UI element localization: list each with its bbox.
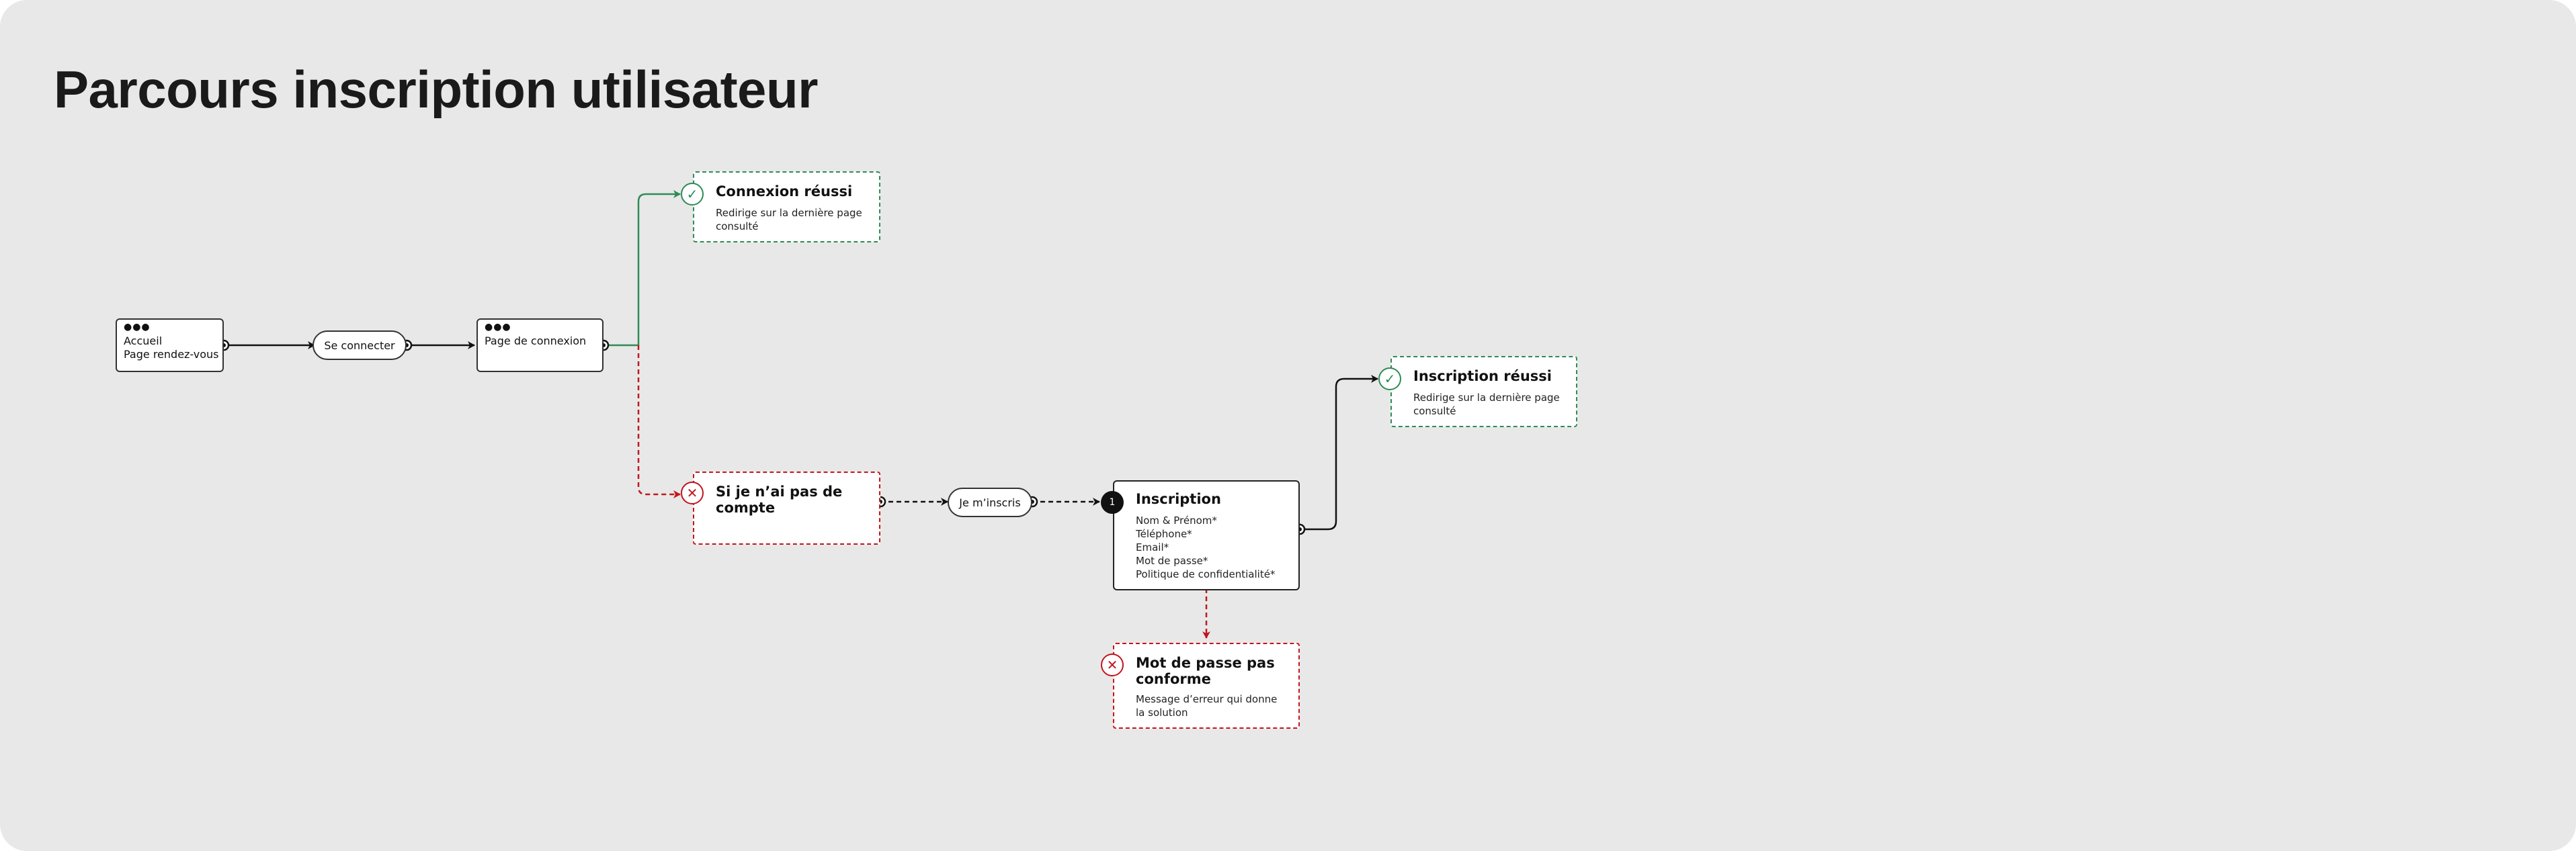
diagram-board: Parcours inscription utilisateur ●●● Acc… bbox=[0, 0, 2576, 851]
node-page-connexion-label: Page de connexion bbox=[485, 334, 587, 347]
edge-page-connexion-connexion-reussi bbox=[604, 190, 681, 347]
card-description: Message d’erreur qui donne la solution bbox=[1136, 693, 1278, 719]
window-dots-icon: ●●● bbox=[124, 322, 151, 332]
node-accueil-text: Accueil Page rendez-vous bbox=[124, 334, 219, 361]
inscription-field: Nom & Prénom* bbox=[1136, 514, 1217, 527]
card-title: Mot de passe pas conforme bbox=[1136, 655, 1275, 687]
action-se-connecter[interactable]: Se connecter bbox=[313, 330, 407, 360]
card-title: Inscription réussi bbox=[1413, 368, 1552, 384]
inscription-field: Téléphone* bbox=[1136, 528, 1192, 540]
check-circle-icon: ✓ bbox=[1378, 367, 1401, 390]
card-title: Inscription bbox=[1136, 491, 1221, 507]
step-number-badge: 1 bbox=[1101, 491, 1124, 514]
window-dots-icon: ●●● bbox=[485, 322, 511, 332]
node-accueil-line: Page rendez-vous bbox=[124, 348, 219, 361]
card-title: Connexion réussi bbox=[716, 183, 853, 199]
card-connexion-reussi[interactable]: Connexion réussi Redirige sur la dernièr… bbox=[693, 171, 880, 242]
x-circle-icon: ✕ bbox=[1101, 654, 1124, 676]
node-accueil[interactable]: ●●● Accueil Page rendez-vous bbox=[116, 318, 224, 372]
card-inscription-reussi[interactable]: Inscription réussi Redirige sur la derni… bbox=[1390, 356, 1577, 427]
inscription-field-list: Nom & Prénom* Téléphone* Email* Mot de p… bbox=[1136, 514, 1275, 581]
card-inscription[interactable]: Inscription Nom & Prénom* Téléphone* Ema… bbox=[1113, 480, 1300, 590]
card-description: Redirige sur la dernière page consulté bbox=[716, 207, 862, 232]
action-je-minscris[interactable]: Je m’inscris bbox=[948, 488, 1032, 517]
node-page-connexion[interactable]: ●●● Page de connexion bbox=[476, 318, 604, 372]
card-pas-de-compte[interactable]: Si je n’ai pas de compte bbox=[693, 472, 880, 545]
card-mdp-non-conforme[interactable]: Mot de passe pas conforme Message d’erre… bbox=[1113, 643, 1300, 729]
x-circle-icon: ✕ bbox=[681, 482, 704, 504]
edge-inscription-inscription-reussi bbox=[1300, 375, 1378, 531]
edge-page-connexion-pas-de-compte bbox=[637, 345, 681, 498]
card-title: Si je n’ai pas de compte bbox=[716, 484, 843, 516]
node-accueil-line: Accueil bbox=[124, 334, 163, 347]
inscription-field: Email* bbox=[1136, 541, 1169, 553]
check-circle-icon: ✓ bbox=[681, 183, 704, 206]
inscription-field: Politique de confidentialité* bbox=[1136, 568, 1276, 580]
card-description: Redirige sur la dernière page consulté bbox=[1413, 392, 1560, 417]
inscription-field: Mot de passe* bbox=[1136, 555, 1208, 567]
